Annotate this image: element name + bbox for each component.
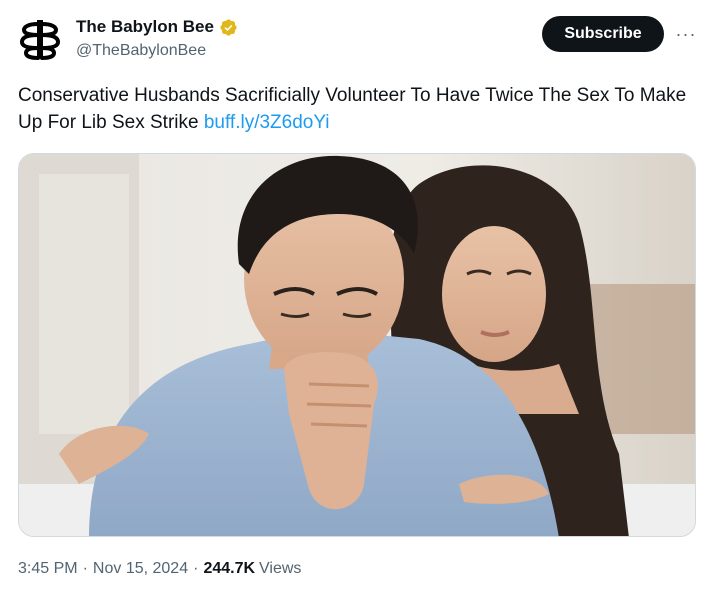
handle[interactable]: @TheBabylonBee: [76, 42, 206, 60]
more-options-icon[interactable]: ···: [674, 22, 698, 46]
tweet-card: The Babylon Bee @TheBabylonBee Subscribe…: [0, 0, 716, 600]
subscribe-button[interactable]: Subscribe: [542, 16, 664, 52]
views-label: Views: [259, 560, 302, 577]
tweet-text: Conservative Husbands Sacrificially Volu…: [18, 82, 702, 136]
views-count[interactable]: 244.7K: [203, 560, 255, 578]
verified-badge-icon[interactable]: [219, 18, 238, 37]
tweet-date[interactable]: Nov 15, 2024: [93, 560, 188, 578]
tweet-time[interactable]: 3:45 PM: [18, 560, 78, 578]
tweet-meta: 3:45 PM · Nov 15, 2024 · 244.7K Views: [18, 560, 301, 578]
tweet-body: Conservative Husbands Sacrificially Volu…: [18, 85, 687, 133]
babylon-bee-logo-icon: [19, 20, 61, 60]
tweet-link[interactable]: buff.ly/3Z6doYi: [204, 112, 330, 133]
avatar[interactable]: [18, 16, 62, 60]
meta-separator: ·: [193, 560, 199, 577]
name-row: The Babylon Bee: [76, 17, 238, 37]
display-name[interactable]: The Babylon Bee: [76, 17, 214, 37]
tweet-photo[interactable]: [18, 153, 696, 537]
photo-illustration: [19, 154, 695, 536]
meta-separator: ·: [82, 560, 88, 577]
